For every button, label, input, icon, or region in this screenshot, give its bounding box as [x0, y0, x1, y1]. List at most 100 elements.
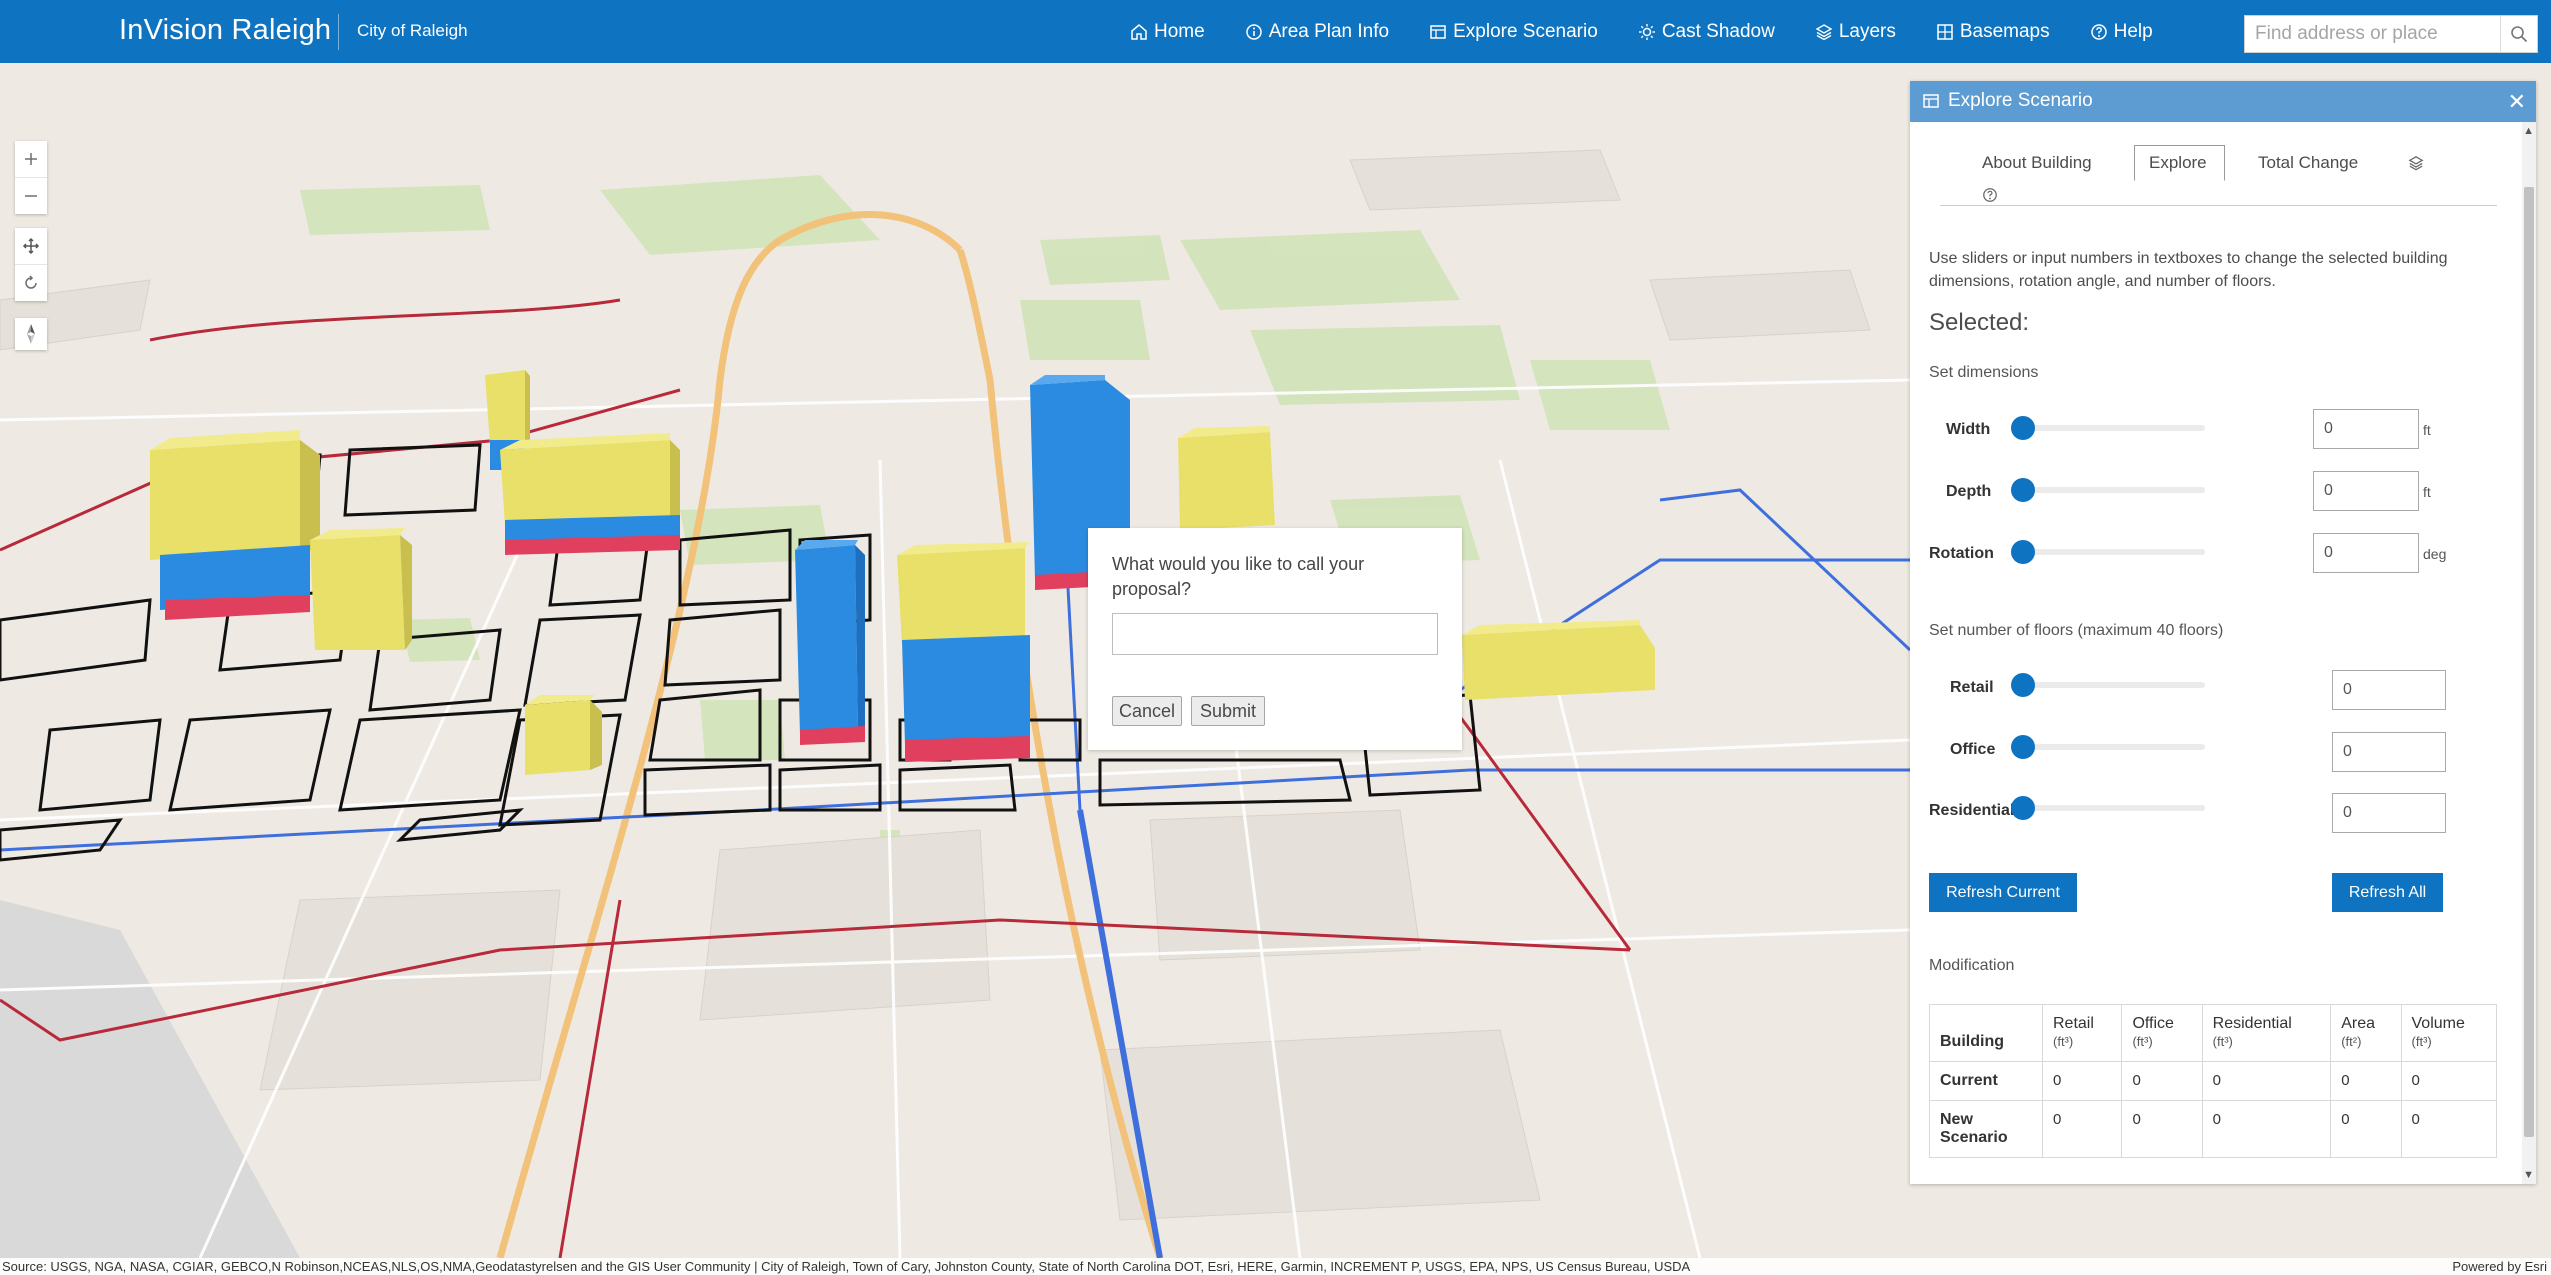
residential-slider-handle[interactable]: [2011, 796, 2035, 820]
submit-button[interactable]: Submit: [1191, 696, 1265, 726]
dimensions-heading: Set dimensions: [1929, 364, 2039, 381]
panel-scrollbar[interactable]: ▲ ▼: [2522, 122, 2536, 1184]
office-floors-input[interactable]: 0: [2332, 732, 2446, 772]
proposal-name-dialog: What would you like to call your proposa…: [1088, 528, 1462, 750]
header-residential-unit: (ft³): [2212, 1034, 2233, 1049]
compass-button[interactable]: [15, 318, 47, 350]
depth-input[interactable]: 0: [2313, 471, 2419, 511]
residential-slider[interactable]: [2011, 796, 2205, 820]
app-title[interactable]: InVision Raleigh: [119, 14, 331, 47]
rotate-button[interactable]: [15, 264, 47, 301]
table-cell: 0: [2330, 1100, 2402, 1158]
explore-scenario-panel: Explore Scenario ✕ ▲ ▼ About Building Ex…: [1910, 81, 2536, 1184]
dialog-question: What would you like to call your proposa…: [1112, 554, 1365, 599]
retail-slider-handle[interactable]: [2011, 673, 2035, 697]
zoom-controls: [15, 141, 47, 214]
nav-cast-shadow-label: Cast Shadow: [1661, 20, 1775, 42]
depth-slider-handle[interactable]: [2011, 478, 2035, 502]
powered-by-esri[interactable]: Powered by Esri: [2452, 1259, 2547, 1274]
header-volume-unit: (ft³): [2411, 1034, 2432, 1049]
tab-about-building[interactable]: About Building: [1982, 145, 2092, 181]
building-f: [795, 540, 865, 745]
retail-floors-input[interactable]: 0: [2332, 670, 2446, 710]
help-icon: [1983, 188, 1997, 202]
refresh-all-button[interactable]: Refresh All: [2332, 873, 2443, 912]
residential-floors-input[interactable]: 0: [2332, 793, 2446, 833]
app-header: InVision Raleigh City of Raleigh Home Ar…: [0, 0, 2551, 63]
tab-help[interactable]: [1982, 185, 1998, 205]
home-icon: [1131, 23, 1147, 40]
width-unit: ft: [2423, 422, 2431, 438]
table-cell: 0: [2121, 1061, 2203, 1101]
rotation-slider[interactable]: [2011, 540, 2205, 564]
cancel-button[interactable]: Cancel: [1112, 696, 1182, 726]
nav-cast-shadow[interactable]: Cast Shadow: [1638, 21, 1775, 43]
panel-tabs: About Building Explore Total Change: [1940, 145, 2497, 206]
search-box: [2244, 15, 2538, 53]
refresh-current-button[interactable]: Refresh Current: [1929, 873, 2077, 912]
minus-icon: [25, 195, 37, 197]
main-nav: Home Area Plan Info Explore Scenario Cas…: [1130, 0, 2193, 63]
table-cell: 0: [2121, 1100, 2203, 1158]
nav-help[interactable]: Help: [2090, 21, 2153, 43]
header-area: Area: [2341, 1015, 2375, 1032]
zoom-out-button[interactable]: [15, 177, 47, 214]
explore-icon: [1430, 24, 1446, 39]
tab-layers[interactable]: [2408, 145, 2424, 181]
explore-icon: [1923, 94, 1939, 108]
header-volume: Volume: [2411, 1015, 2465, 1032]
nav-layers-label: Layers: [1838, 20, 1896, 42]
nav-explore-scenario[interactable]: Explore Scenario: [1429, 21, 1598, 43]
attribution-source[interactable]: Source: USGS, NGA, NASA, CGIAR, GEBCO,N …: [2, 1259, 1690, 1274]
width-slider[interactable]: [2011, 416, 2205, 440]
floors-heading: Set number of floors (maximum 40 floors): [1929, 622, 2224, 639]
plus-icon: [25, 153, 37, 165]
depth-unit: ft: [2423, 484, 2431, 500]
tab-explore[interactable]: Explore: [2134, 145, 2225, 181]
table-header-cell: Retail (ft³): [2041, 1004, 2123, 1062]
office-slider[interactable]: [2011, 735, 2205, 759]
pan-button[interactable]: [15, 228, 47, 264]
nav-area-plan-info[interactable]: Area Plan Info: [1245, 21, 1389, 43]
panel-header: Explore Scenario ✕: [1910, 81, 2536, 122]
rotation-input[interactable]: 0: [2313, 533, 2419, 573]
retail-label: Retail: [1950, 679, 1994, 696]
app-subtitle[interactable]: City of Raleigh: [357, 21, 468, 41]
building-i: [1178, 426, 1275, 530]
nav-basemaps[interactable]: Basemaps: [1936, 21, 2050, 43]
building-d: [500, 433, 680, 555]
table-row: New Scenario 0 0 0 0 0: [1929, 1100, 2498, 1158]
row-label-current: Current: [1929, 1061, 2043, 1101]
nav-basemaps-label: Basemaps: [1959, 20, 2050, 42]
table-header-cell: Office (ft³): [2121, 1004, 2203, 1062]
modification-heading: Modification: [1929, 957, 2015, 974]
grid-icon: [1937, 23, 1953, 40]
depth-slider[interactable]: [2011, 478, 2205, 502]
row-label-new-scenario: New Scenario: [1929, 1100, 2043, 1158]
rotation-label: Rotation: [1929, 545, 1994, 562]
nav-layers[interactable]: Layers: [1815, 21, 1896, 43]
close-icon[interactable]: ✕: [2508, 89, 2526, 115]
scrollbar-thumb[interactable]: [2524, 187, 2534, 1137]
table-cell: 0: [2400, 1100, 2498, 1158]
width-slider-handle[interactable]: [2011, 416, 2035, 440]
tab-total-change[interactable]: Total Change: [2258, 145, 2358, 181]
zoom-in-button[interactable]: [15, 141, 47, 177]
nav-area-plan-info-label: Area Plan Info: [1268, 20, 1390, 42]
navigation-controls: [15, 228, 47, 301]
info-icon: [1245, 23, 1262, 40]
width-input[interactable]: 0: [2313, 409, 2419, 449]
rotation-slider-handle[interactable]: [2011, 540, 2035, 564]
scroll-down-arrow[interactable]: ▼: [2523, 1169, 2534, 1181]
nav-home[interactable]: Home: [1130, 21, 1205, 43]
table-cell: 0: [2330, 1061, 2402, 1101]
search-button[interactable]: [2500, 16, 2537, 52]
table-cell: 0: [2201, 1061, 2332, 1101]
header-area-unit: (ft²): [2341, 1034, 2362, 1049]
retail-slider[interactable]: [2011, 673, 2205, 697]
office-slider-handle[interactable]: [2011, 735, 2035, 759]
proposal-name-input[interactable]: [1112, 613, 1438, 655]
sun-icon: [1638, 23, 1655, 40]
scroll-up-arrow[interactable]: ▲: [2523, 125, 2534, 137]
search-input[interactable]: [2245, 16, 2503, 52]
